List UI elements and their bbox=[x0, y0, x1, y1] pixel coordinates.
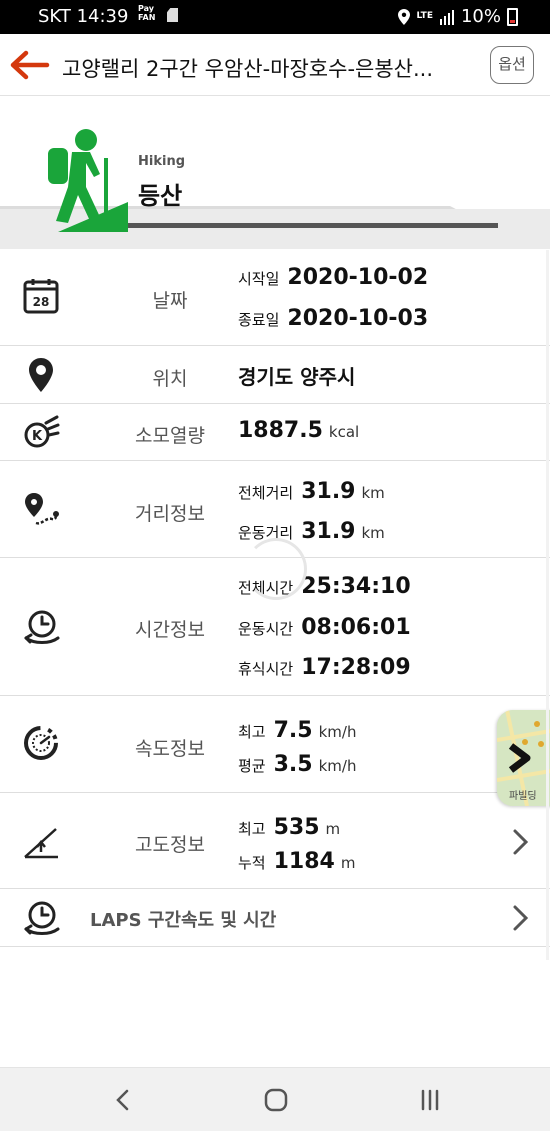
calories-unit: kcal bbox=[328, 423, 360, 441]
max-speed-unit: km/h bbox=[318, 723, 357, 741]
activity-banner: Hiking 등산 bbox=[0, 96, 550, 249]
altitude-icon bbox=[24, 828, 58, 859]
speedometer-icon bbox=[24, 726, 58, 760]
sd-card-icon bbox=[167, 8, 178, 22]
max-altitude: 최고 535 m bbox=[238, 815, 340, 840]
nav-back-icon[interactable] bbox=[108, 1086, 138, 1114]
max-altitude-key: 최고 bbox=[238, 820, 266, 838]
avg-speed-value: 3.5 bbox=[273, 752, 313, 777]
avg-speed: 평균 3.5 km/h bbox=[238, 752, 356, 777]
row-location: 위치 경기도 양주시 bbox=[0, 346, 550, 404]
back-arrow-icon bbox=[10, 50, 50, 80]
rest-time: 휴식시간 17:28:09 bbox=[238, 655, 411, 680]
row-speed: 속도정보 최고 7.5 km/h 평균 3.5 km/h bbox=[0, 696, 550, 793]
max-speed-value: 7.5 bbox=[273, 718, 313, 743]
stopwatch-icon bbox=[24, 610, 60, 644]
activity-title: 등산 bbox=[138, 182, 183, 210]
rest-time-key: 휴식시간 bbox=[238, 660, 294, 678]
calories-value: 1887.5 bbox=[238, 418, 323, 443]
location-pin-icon bbox=[398, 8, 411, 25]
total-distance-key: 전체거리 bbox=[238, 484, 294, 502]
max-altitude-value: 535 bbox=[273, 815, 320, 840]
signal-icon bbox=[439, 9, 454, 25]
end-date-value: 2020-10-03 bbox=[287, 306, 429, 331]
calories-label: 소모열량 bbox=[135, 425, 205, 447]
total-distance-value: 31.9 bbox=[301, 479, 356, 504]
activity-subtitle: Hiking bbox=[138, 154, 185, 169]
row-calories: K 소모열량 1887.5 kcal bbox=[0, 404, 550, 461]
calorie-icon: K bbox=[24, 415, 60, 448]
svg-text:K: K bbox=[32, 429, 43, 444]
android-nav-bar bbox=[0, 1067, 550, 1131]
avg-speed-unit: km/h bbox=[318, 757, 357, 775]
end-date-key: 종료일 bbox=[238, 311, 280, 329]
acc-altitude: 누적 1184 m bbox=[238, 849, 355, 874]
move-distance: 운동거리 31.9 km bbox=[238, 519, 385, 544]
move-time-key: 운동시간 bbox=[238, 620, 294, 638]
chevron-right-icon[interactable] bbox=[512, 903, 530, 933]
option-button[interactable]: 옵션 bbox=[490, 46, 534, 84]
start-date: 시작일 2020-10-02 bbox=[238, 265, 428, 290]
status-time: SKT 14:39 bbox=[38, 6, 129, 27]
avg-speed-key: 평균 bbox=[238, 757, 266, 775]
location-value-line: 경기도 양주시 bbox=[238, 361, 355, 390]
network-icon: LTE bbox=[416, 11, 433, 21]
acc-altitude-key: 누적 bbox=[238, 854, 266, 872]
move-distance-unit: km bbox=[361, 524, 385, 542]
max-speed-key: 최고 bbox=[238, 723, 266, 741]
row-altitude[interactable]: 고도정보 최고 535 m 누적 1184 m bbox=[0, 793, 550, 889]
acc-altitude-unit: m bbox=[340, 854, 356, 872]
move-time-value: 08:06:01 bbox=[301, 615, 411, 640]
pay-icon: Pay FAN bbox=[138, 4, 156, 22]
status-right: LTE 10% bbox=[398, 6, 518, 27]
scroll-indicator bbox=[546, 250, 549, 960]
altitude-label: 고도정보 bbox=[135, 834, 205, 856]
chevron-right-icon[interactable] bbox=[512, 827, 530, 857]
nav-home-icon[interactable] bbox=[261, 1086, 291, 1114]
row-laps[interactable]: LAPS 구간속도 및 시간 bbox=[0, 889, 550, 947]
page-title: 고양랠리 2구간 우암산-마장호수-은봉산... bbox=[62, 57, 434, 81]
battery-icon bbox=[507, 7, 518, 26]
date-label: 날짜 bbox=[152, 290, 188, 312]
location-label: 위치 bbox=[152, 368, 188, 390]
svg-text:28: 28 bbox=[33, 295, 50, 309]
rest-time-value: 17:28:09 bbox=[301, 655, 411, 680]
acc-altitude-value: 1184 bbox=[273, 849, 335, 874]
stopwatch-icon bbox=[24, 901, 60, 935]
max-altitude-unit: m bbox=[325, 820, 341, 838]
app-header: 고양랠리 2구간 우암산-마장호수-은봉산... 옵션 bbox=[0, 34, 550, 96]
route-pin-icon bbox=[25, 493, 59, 525]
map-thumb-text: 파빌딩 bbox=[509, 791, 537, 802]
location-value: 경기도 양주시 bbox=[238, 365, 356, 389]
total-distance-unit: km bbox=[361, 484, 385, 502]
time-label: 시간정보 bbox=[135, 619, 205, 641]
map-thumbnail[interactable]: 파빌딩 bbox=[497, 710, 550, 806]
back-button[interactable] bbox=[10, 48, 50, 82]
battery-percent: 10% bbox=[460, 6, 501, 27]
distance-label: 거리정보 bbox=[135, 503, 205, 525]
calendar-icon: 28 bbox=[23, 279, 59, 314]
calories-value-line: 1887.5 kcal bbox=[238, 418, 359, 443]
laps-label: LAPS 구간속도 및 시간 bbox=[90, 910, 277, 931]
status-bar: SKT 14:39 Pay FAN LTE 10% bbox=[0, 0, 550, 34]
start-date-key: 시작일 bbox=[238, 270, 280, 288]
hiker-icon bbox=[48, 129, 128, 232]
location-icon bbox=[29, 358, 53, 392]
loading-spinner bbox=[245, 538, 307, 600]
banner-stripe-dark bbox=[120, 223, 498, 228]
end-date: 종료일 2020-10-03 bbox=[238, 306, 428, 331]
total-distance: 전체거리 31.9 km bbox=[238, 479, 385, 504]
start-date-value: 2020-10-02 bbox=[287, 265, 429, 290]
move-distance-value: 31.9 bbox=[301, 519, 356, 544]
row-date: 28 날짜 시작일 2020-10-02 종료일 2020-10-03 bbox=[0, 249, 550, 346]
total-time-value: 25:34:10 bbox=[301, 574, 411, 599]
move-time: 운동시간 08:06:01 bbox=[238, 615, 411, 640]
nav-recents-icon[interactable] bbox=[415, 1086, 445, 1114]
speed-label: 속도정보 bbox=[135, 738, 205, 760]
max-speed: 최고 7.5 km/h bbox=[238, 718, 356, 743]
